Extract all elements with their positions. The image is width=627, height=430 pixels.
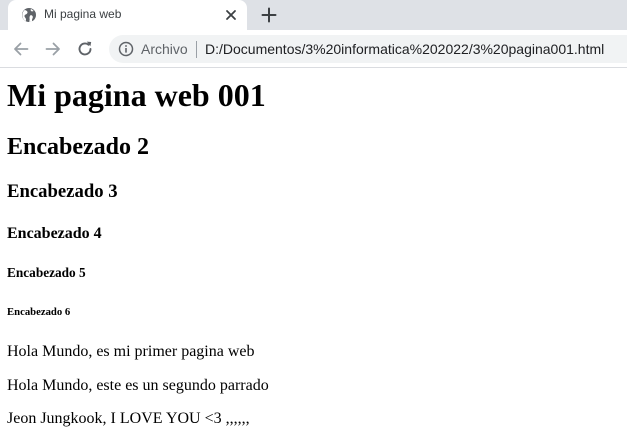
heading-4: Encabezado 4 (7, 225, 102, 242)
heading-5: Encabezado 5 (7, 265, 86, 280)
tab-title: Mi pagina web (44, 7, 122, 21)
paragraph-3: Jeon Jungkook, I LOVE YOU <3 ,,,,,, (7, 410, 250, 427)
globe-icon (22, 8, 36, 22)
new-tab-plus-icon[interactable] (259, 5, 279, 25)
page-content: Mi pagina web 001 Encabezado 2 Encabezad… (0, 69, 627, 430)
arrow-left-icon[interactable] (11, 39, 31, 59)
tab-strip: Mi pagina web (0, 0, 627, 30)
address-bar[interactable]: Archivo D:/Documentos/3%20informatica%20… (109, 35, 627, 63)
paragraph-2: Hola Mundo, este es un segundo parrado (7, 377, 269, 394)
browser-toolbar: Archivo D:/Documentos/3%20informatica%20… (0, 30, 627, 68)
url-separator (196, 41, 197, 58)
close-icon[interactable] (223, 7, 239, 23)
browser-tab[interactable]: Mi pagina web (8, 0, 247, 30)
heading-1: Mi pagina web 001 (7, 77, 266, 113)
heading-3: Encabezado 3 (7, 181, 118, 202)
reload-icon[interactable] (75, 39, 95, 59)
url-text[interactable]: D:/Documentos/3%20informatica%202022/3%2… (205, 41, 604, 57)
heading-2: Encabezado 2 (7, 134, 150, 160)
arrow-right-icon[interactable] (43, 39, 63, 59)
paragraph-1: Hola Mundo, es mi primer pagina web (7, 343, 255, 360)
site-info-label[interactable]: Archivo (141, 41, 188, 57)
info-icon[interactable] (118, 41, 134, 57)
heading-6: Encabezado 6 (7, 306, 71, 318)
